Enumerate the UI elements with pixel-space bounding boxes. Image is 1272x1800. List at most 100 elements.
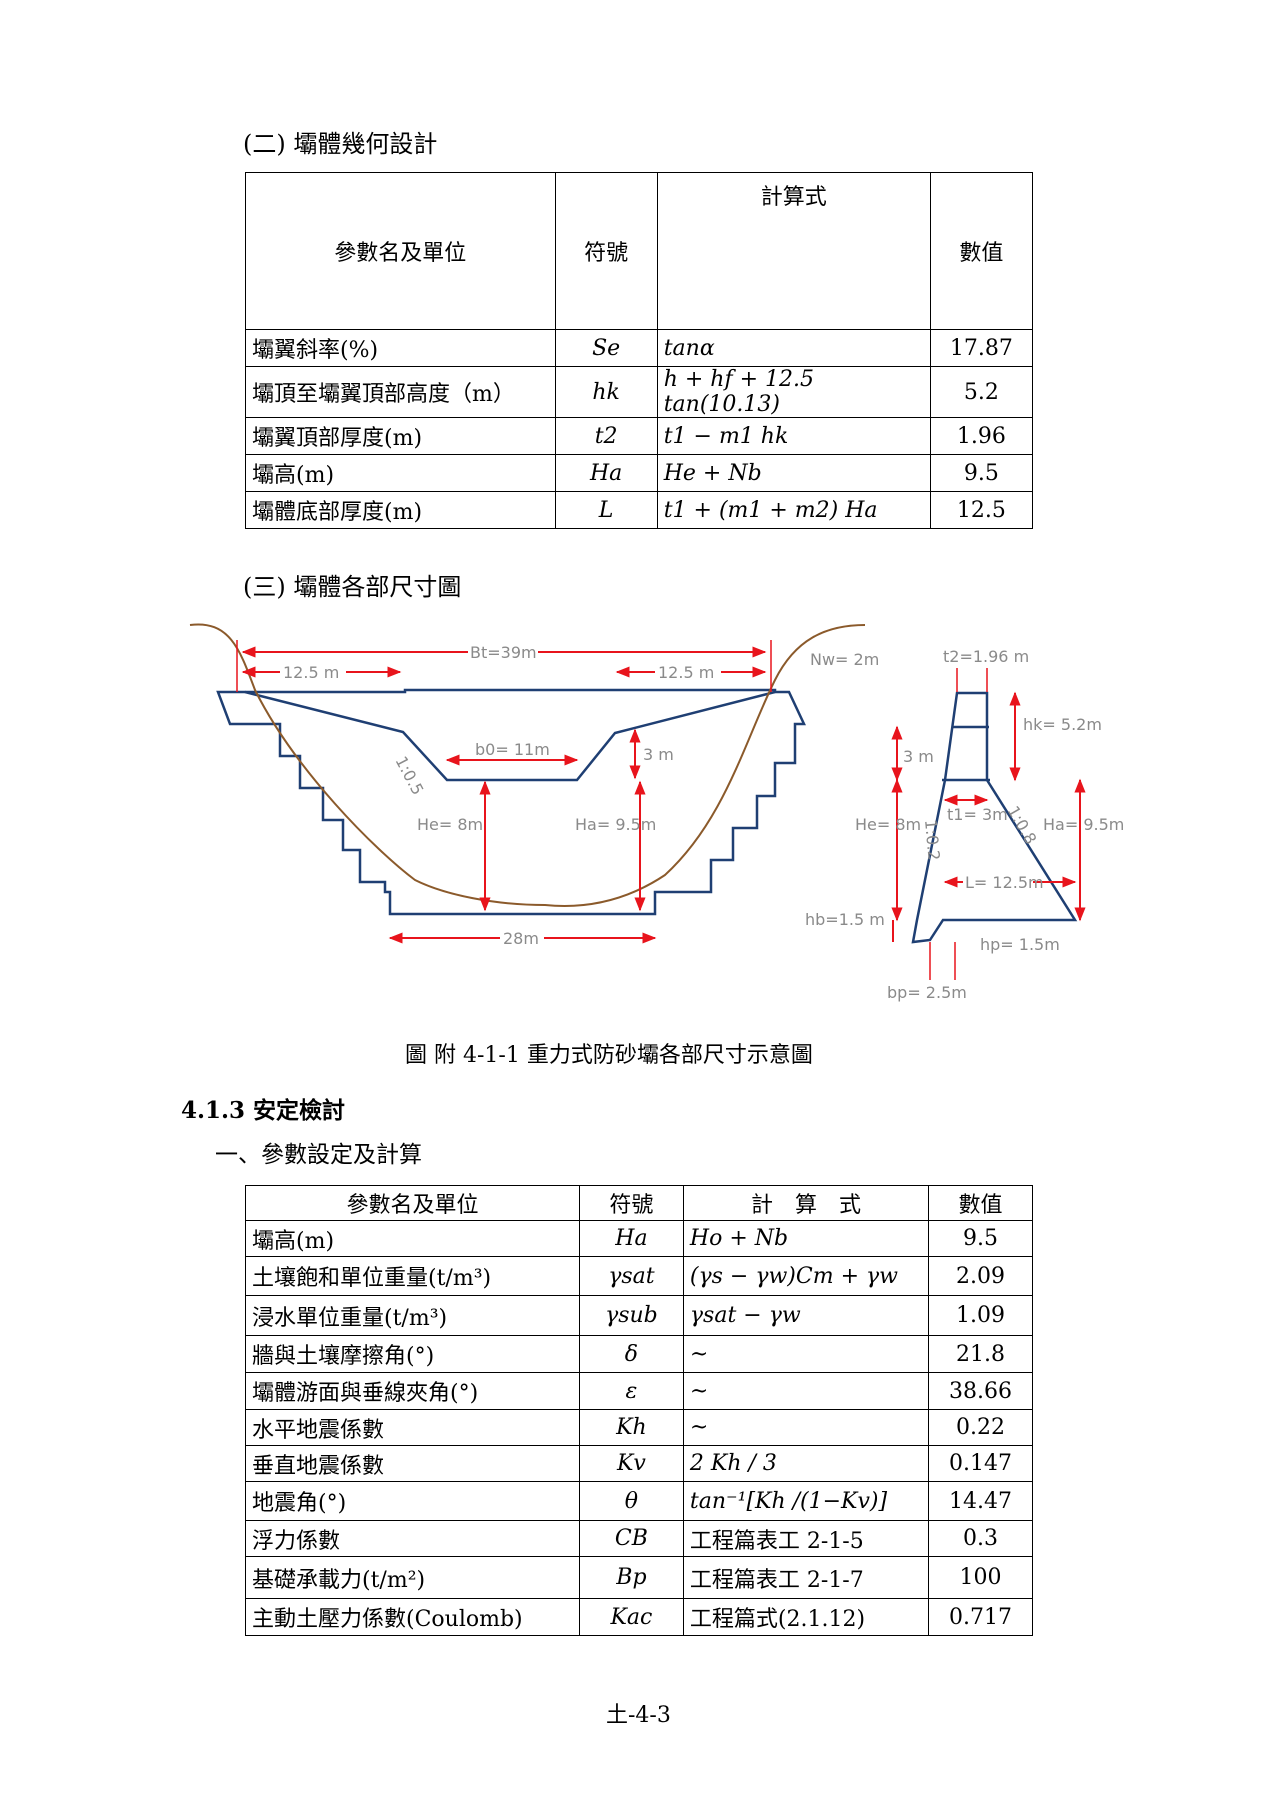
symbol-cell: t2 (554, 417, 658, 455)
param-cell: 壩頂至壩翼頂部高度（m） (245, 366, 556, 418)
symbol-cell: Kv (578, 1445, 684, 1482)
table-row: 壩翼斜率(%) Se tanα 17.87 (245, 329, 1034, 367)
value-cell: 38.66 (928, 1372, 1033, 1410)
formula-cell: t1 + (m1 + m2) Ha (656, 491, 931, 529)
param-cell: 浮力係數 (245, 1520, 580, 1557)
b0-label: b0= 11m (475, 740, 550, 759)
formula-cell: tan⁻¹[Kh /(1−Kv)] (682, 1481, 930, 1521)
page-number: 土-4-3 (606, 1703, 671, 1728)
param-cell: 壩翼斜率(%) (245, 329, 556, 367)
geometry-design-table: 參數名及單位 符號 計算式 數值 壩翼斜率(%) Se tanα 17.87 壩… (245, 172, 1034, 529)
front-slope-label: 1:0.5 (391, 753, 427, 798)
sec-he-label: He= 8m (855, 815, 921, 834)
formula-cell: γsat − γw (682, 1295, 930, 1336)
table-row: 浮力係數 CB 工程篇表工 2-1-5 0.3 (245, 1520, 1033, 1557)
param-cell: 壩體底部厚度(m) (245, 491, 556, 529)
value-cell: 0.147 (928, 1445, 1033, 1482)
table-row: 壩頂至壩翼頂部高度（m） hk h + hf + 12.5 tan(10.13)… (245, 366, 1034, 418)
formula-cell: ~ (682, 1372, 930, 1410)
header-symbol: 符號 (578, 1185, 684, 1221)
value-cell: 2.09 (928, 1256, 1033, 1296)
table-row: 壩翼頂部厚度(m) t2 t1 − m1 hk 1.96 (245, 417, 1034, 455)
symbol-cell: Kac (578, 1598, 684, 1636)
formula-cell: Ho + Nb (682, 1220, 930, 1257)
param-cell: 壩高(m) (245, 454, 556, 492)
sec-l-label: L= 12.5m (965, 873, 1044, 892)
section-3m-label: 3 m (903, 747, 934, 766)
table-header-row: 參數名及單位 符號 計算式 數值 (245, 172, 1034, 330)
hp-label: hp= 1.5m (980, 935, 1060, 954)
value-cell: 12.5 (929, 491, 1034, 529)
symbol-cell: Kh (578, 1409, 684, 1446)
value-cell: 21.8 (928, 1335, 1033, 1373)
formula-cell: tanα (656, 329, 931, 367)
m2-label: 1:0.8 (1004, 803, 1041, 848)
table-row: 地震角(°) θ tan⁻¹[Kh /(1−Kv)] 14.47 (245, 1481, 1033, 1521)
ha-label: Ha= 9.5m (575, 815, 656, 834)
formula-cell: 工程篇表工 2-1-7 (682, 1556, 930, 1599)
param-cell: 壩翼頂部厚度(m) (245, 417, 556, 455)
param-cell: 水平地震係數 (245, 1409, 580, 1446)
param-cell: 壩高(m) (245, 1220, 580, 1257)
value-cell: 9.5 (929, 454, 1034, 492)
notch-depth-label: 3 m (643, 745, 674, 764)
sec-ha-label: Ha= 9.5m (1043, 815, 1124, 834)
subsection-1-heading: 一、參數設定及計算 (215, 1142, 422, 1168)
header-value: 數值 (928, 1185, 1033, 1221)
formula-cell: He + Nb (656, 454, 931, 492)
symbol-cell: γsub (578, 1295, 684, 1336)
t1-label: t1= 3m (947, 805, 1008, 824)
bt-label: Bt=39m (470, 643, 537, 662)
bp-label: bp= 2.5m (887, 983, 967, 1002)
formula-cell: 工程篇表工 2-1-5 (682, 1520, 930, 1557)
table-header-row: 參數名及單位 符號 計 算 式 數值 (245, 1185, 1033, 1221)
header-value: 數值 (929, 172, 1034, 330)
right-wing-label: 12.5 m (658, 663, 714, 682)
value-cell: 0.717 (928, 1598, 1033, 1636)
he-label: He= 8m (417, 815, 483, 834)
table-row: 水平地震係數 Kh ~ 0.22 (245, 1409, 1033, 1446)
base-label: 28m (503, 929, 539, 948)
nw-label: Nw= 2m (810, 650, 879, 669)
value-cell: 0.3 (928, 1520, 1033, 1557)
formula-cell: ~ (682, 1335, 930, 1373)
formula-cell: ~ (682, 1409, 930, 1446)
table-row: 土壤飽和單位重量(t/m³) γsat (γs − γw)Cm + γw 2.0… (245, 1256, 1033, 1296)
symbol-cell: γsat (578, 1256, 684, 1296)
figure-caption: 圖 附 4-1-1 重力式防砂壩各部尺寸示意圖 (405, 1043, 813, 1068)
symbol-cell: θ (578, 1481, 684, 1521)
hk-label: hk= 5.2m (1023, 715, 1102, 734)
section-413-heading: 4.1.3 安定檢討 (181, 1097, 346, 1124)
symbol-cell: ε (578, 1372, 684, 1410)
hb-label: hb=1.5 m (805, 910, 885, 929)
formula-cell: (γs − γw)Cm + γw (682, 1256, 930, 1296)
param-cell: 地震角(°) (245, 1481, 580, 1521)
value-cell: 1.96 (929, 417, 1034, 455)
value-cell: 17.87 (929, 329, 1034, 367)
formula-cell: 工程篇式(2.1.12) (682, 1598, 930, 1636)
header-symbol: 符號 (554, 172, 658, 330)
table-row: 基礎承載力(t/m²) Bp 工程篇表工 2-1-7 100 (245, 1556, 1033, 1599)
table-row: 壩體底部厚度(m) L t1 + (m1 + m2) Ha 12.5 (245, 491, 1034, 529)
t2-label: t2=1.96 m (943, 647, 1029, 666)
header-formula: 計 算 式 (682, 1185, 930, 1221)
header-formula: 計算式 (656, 172, 931, 330)
table-row: 壩體游面與垂線夾角(°) ε ~ 38.66 (245, 1372, 1033, 1410)
m1-label: 1:0.2 (921, 819, 944, 862)
param-cell: 垂直地震係數 (245, 1445, 580, 1482)
symbol-cell: δ (578, 1335, 684, 1373)
header-param: 參數名及單位 (245, 172, 556, 330)
formula-cell: 2 Kh / 3 (682, 1445, 930, 1482)
value-cell: 9.5 (928, 1220, 1033, 1257)
value-cell: 14.47 (928, 1481, 1033, 1521)
value-cell: 5.2 (929, 366, 1034, 418)
formula-cell: h + hf + 12.5 tan(10.13) (656, 366, 931, 418)
table-row: 壩高(m) Ha Ho + Nb 9.5 (245, 1220, 1033, 1257)
param-cell: 土壤飽和單位重量(t/m³) (245, 1256, 580, 1296)
formula-cell: t1 − m1 hk (656, 417, 931, 455)
param-cell: 牆與土壤摩擦角(°) (245, 1335, 580, 1373)
dam-dimension-diagram: Bt=39m 12.5 m 12.5 m Nw= 2m b0= 11m 3 m … (189, 623, 1124, 1002)
section-2-heading: (二) 壩體幾何設計 (243, 130, 438, 158)
table-row: 主動土壓力係數(Coulomb) Kac 工程篇式(2.1.12) 0.717 (245, 1598, 1033, 1636)
header-param: 參數名及單位 (245, 1185, 580, 1221)
